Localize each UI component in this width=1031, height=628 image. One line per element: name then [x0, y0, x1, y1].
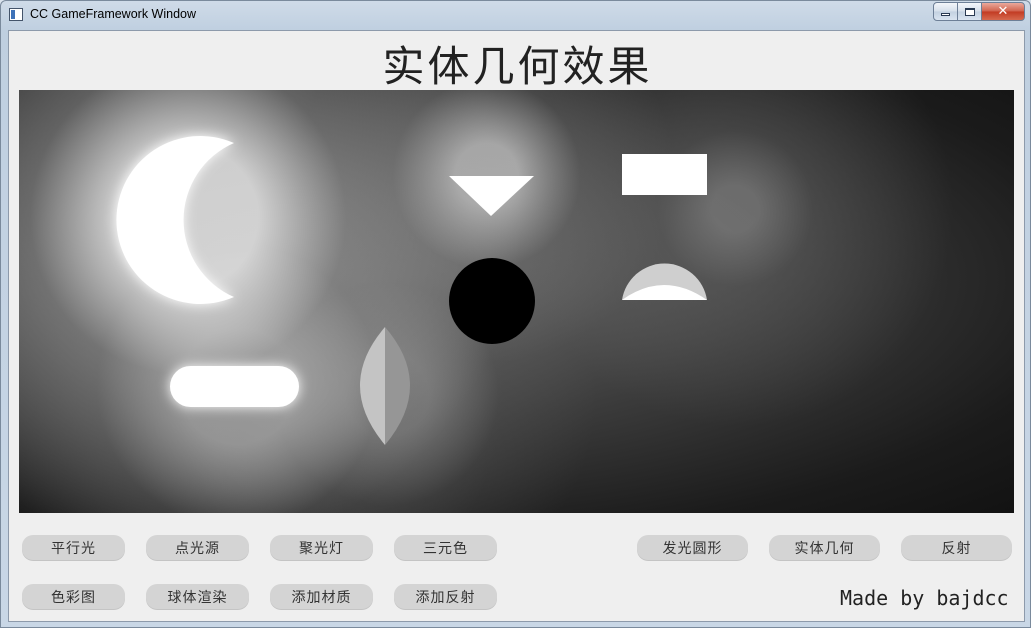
color-map-button[interactable]: 色彩图 [22, 584, 125, 609]
scene-svg [116, 136, 707, 445]
three-colors-button[interactable]: 三元色 [394, 535, 497, 560]
render-canvas [19, 90, 1014, 513]
solid-geometry-button[interactable]: 实体几何 [769, 535, 880, 560]
app-window: CC GameFramework Window ✕ 实体几何效果 平行光 点光源… [0, 0, 1031, 628]
close-icon: ✕ [997, 4, 1009, 19]
title-bar[interactable]: CC GameFramework Window ✕ [1, 1, 1030, 29]
point-light-button[interactable]: 点光源 [146, 535, 249, 560]
window-title: CC GameFramework Window [30, 7, 197, 21]
maximize-button[interactable] [957, 2, 982, 21]
dark-circle-shape [449, 258, 535, 344]
parallel-light-button[interactable]: 平行光 [22, 535, 125, 560]
triangle-shape [449, 176, 534, 216]
sphere-render-button[interactable]: 球体渲染 [146, 584, 249, 609]
crescent-shape [116, 136, 234, 304]
credit-text: Made by bajdcc [840, 586, 1009, 610]
minimize-icon [941, 13, 950, 16]
capsule-shape [170, 366, 299, 407]
maximize-icon [964, 7, 975, 16]
rectangle-shape [622, 154, 707, 195]
reflection-button[interactable]: 反射 [901, 535, 1012, 560]
spotlight-button[interactable]: 聚光灯 [270, 535, 373, 560]
lens-right-half [385, 327, 410, 445]
window-controls: ✕ [933, 2, 1025, 21]
add-material-button[interactable]: 添加材质 [270, 584, 373, 609]
close-button[interactable]: ✕ [981, 2, 1025, 21]
client-area: 实体几何效果 平行光 点光源 聚光灯 三元色 发光圆形 实体几何 反射 色彩图 … [8, 30, 1025, 622]
lens-left-half [360, 327, 385, 445]
glowing-circle-button[interactable]: 发光圆形 [637, 535, 748, 560]
add-reflection-button[interactable]: 添加反射 [394, 584, 497, 609]
page-title: 实体几何效果 [382, 42, 653, 91]
minimize-button[interactable] [933, 2, 958, 21]
app-window-icon [9, 8, 23, 21]
